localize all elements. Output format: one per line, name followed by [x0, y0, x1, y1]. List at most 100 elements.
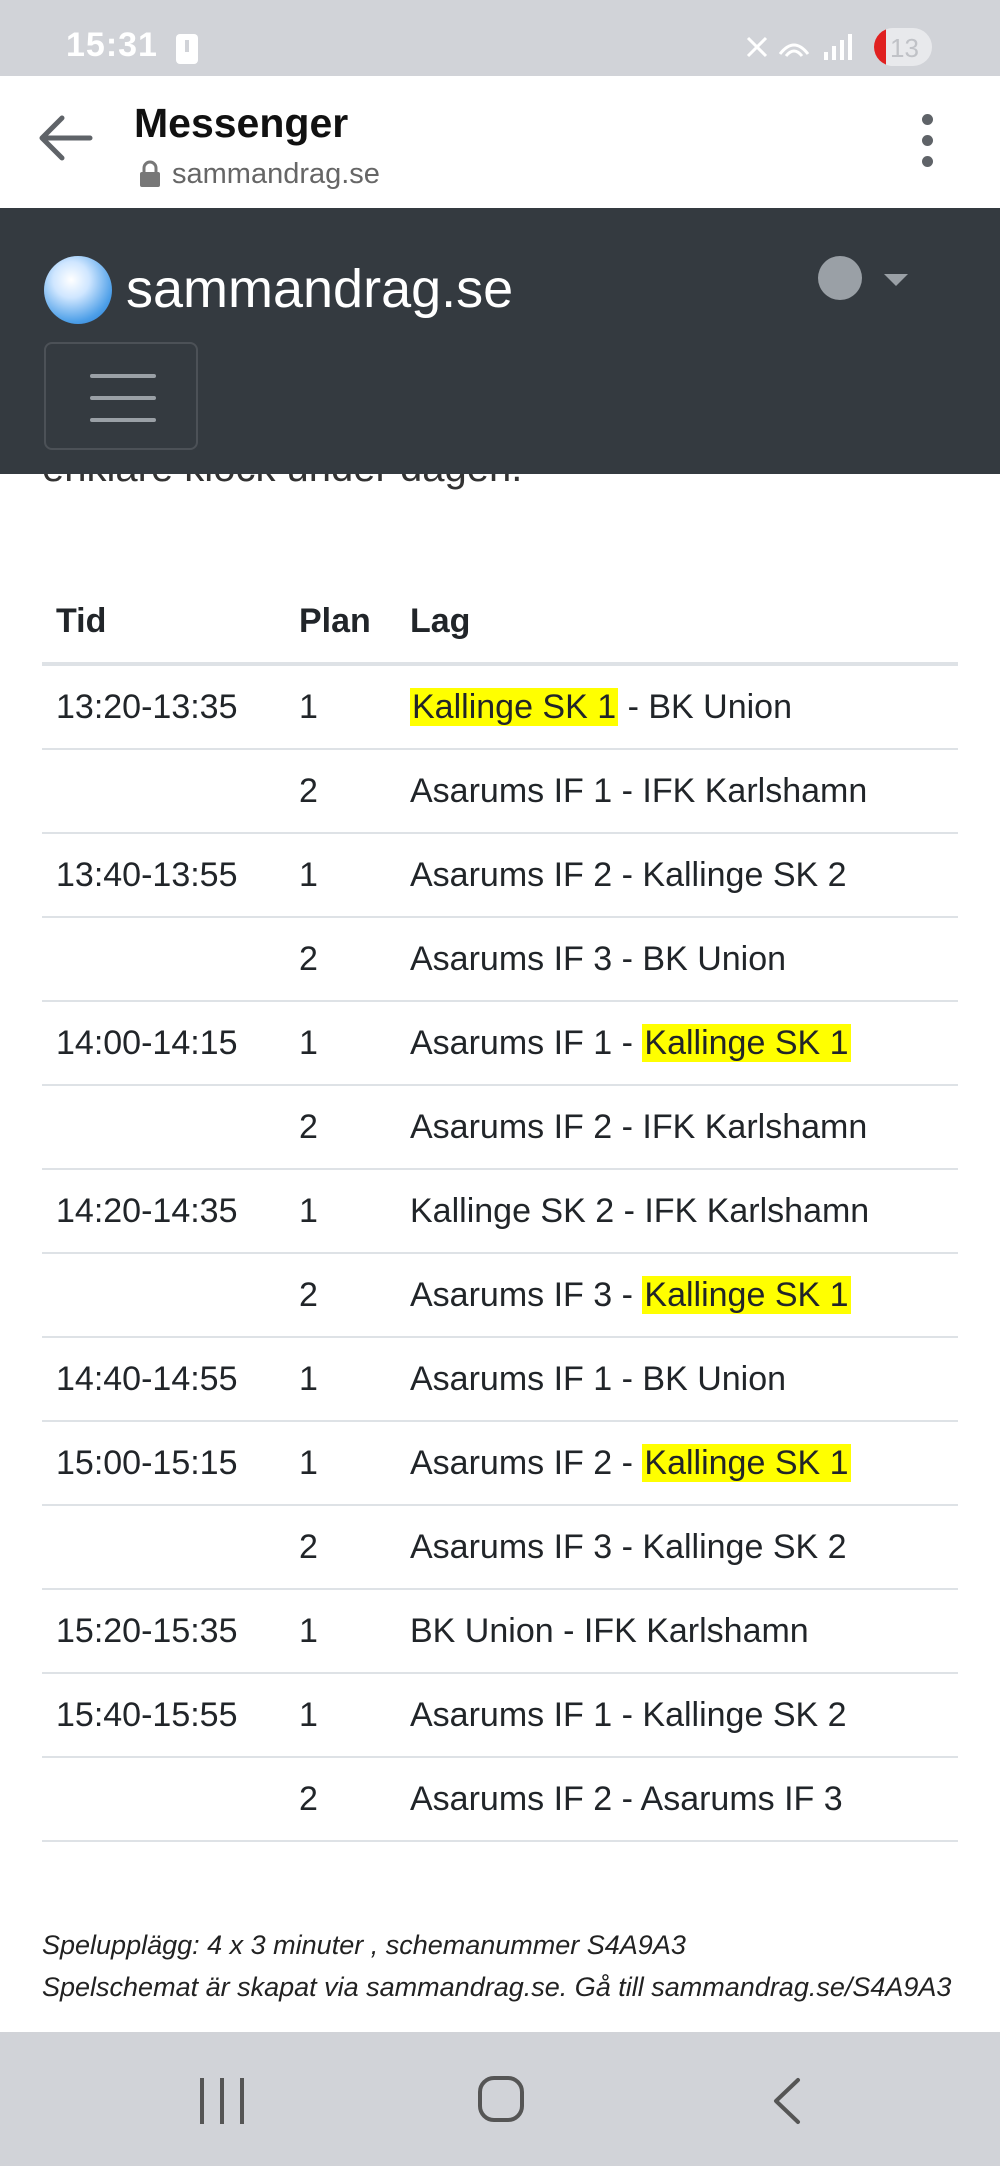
match-separator: -: [612, 1275, 643, 1314]
table-row: 14:20-14:35 1 Kallinge SK 2 - IFK Karlsham…: [42, 1169, 958, 1254]
table-row: 2 Asarums IF 3 - Kallinge SK 2: [42, 1505, 958, 1590]
team-away: IFK Karlshamn: [642, 1107, 868, 1146]
match-separator: -: [618, 687, 649, 726]
back-icon[interactable]: [764, 2076, 810, 2126]
schedule-table: Tid Plan Lag 13:20-13:35 1 Kallinge SK 1 -…: [42, 580, 958, 1842]
match-separator: -: [612, 1779, 641, 1818]
table-row: 15:20-15:35 1 BK Union - IFK Karlshamn: [42, 1589, 958, 1674]
table-row: 2 Asarums IF 1 - IFK Karlshamn: [42, 749, 958, 834]
system-nav-bar: [0, 2032, 1000, 2166]
cell-time: 15:40-15:55: [42, 1673, 285, 1758]
cell-plan: 2: [285, 917, 396, 1002]
team-home: Asarums IF 3: [410, 1275, 613, 1314]
cell-match: Asarums IF 1 - Kallinge SK 2: [396, 1673, 958, 1758]
alert-icon: [176, 34, 198, 64]
table-row: 14:00-14:15 1 Asarums IF 1 - Kallinge SK 1: [42, 1001, 958, 1086]
cell-match: Asarums IF 2 - IFK Karlshamn: [396, 1085, 958, 1170]
battery-icon: 13: [874, 28, 932, 66]
table-row: 13:40-13:55 1 Asarums IF 2 - Kallinge SK 2: [42, 833, 958, 918]
team-home: Asarums IF 3: [410, 939, 613, 978]
page-url[interactable]: sammandrag.se: [172, 158, 380, 191]
recent-apps-icon[interactable]: [200, 2078, 248, 2124]
header-team: Lag: [396, 580, 958, 666]
match-separator: -: [612, 1023, 643, 1062]
cell-plan: 2: [285, 1757, 396, 1842]
cell-match: Asarums IF 2 - Kallinge SK 2: [396, 833, 958, 918]
cell-time: [42, 917, 285, 1002]
cell-plan: 2: [285, 1085, 396, 1170]
cell-match: Kallinge SK 1 - BK Union: [396, 664, 958, 750]
intro-text: enklare klock under dagen.: [42, 474, 942, 504]
team-away: Asarums IF 3: [640, 1779, 843, 1818]
cell-match: Asarums IF 3 - Kallinge SK 1: [396, 1253, 958, 1338]
cell-time: [42, 1505, 285, 1590]
team-home: Asarums IF 1: [410, 1695, 613, 1734]
caret-down-icon: [884, 274, 908, 286]
cell-plan: 1: [285, 1169, 396, 1254]
language-selector[interactable]: [818, 256, 914, 304]
team-away: BK Union: [648, 687, 792, 726]
cell-match: Asarums IF 2 - Asarums IF 3: [396, 1757, 958, 1842]
app-bar: Messenger sammandrag.se: [0, 76, 1000, 208]
match-separator: -: [612, 1527, 643, 1566]
table-row: 14:40-14:55 1 Asarums IF 1 - BK Union: [42, 1337, 958, 1422]
team-home: Asarums IF 2: [410, 1443, 613, 1482]
cell-match: Asarums IF 1 - BK Union: [396, 1337, 958, 1422]
cell-match: Asarums IF 3 - Kallinge SK 2: [396, 1505, 958, 1590]
cell-time: 15:20-15:35: [42, 1589, 285, 1674]
match-separator: -: [612, 1443, 643, 1482]
back-arrow-icon[interactable]: [34, 106, 98, 170]
cell-match: Asarums IF 3 - BK Union: [396, 917, 958, 1002]
cell-time: [42, 1085, 285, 1170]
team-away: Kallinge SK 2: [642, 855, 847, 894]
cell-plan: 1: [285, 1421, 396, 1506]
team-away: IFK Karlshamn: [644, 1191, 870, 1230]
team-away: Kallinge SK 1: [642, 1275, 851, 1314]
match-separator: -: [612, 1359, 643, 1398]
team-home: Asarums IF 1: [410, 771, 613, 810]
footer-line-2: Spelschemat är skapat via sammandrag.se.…: [42, 1972, 952, 2002]
cell-time: [42, 1253, 285, 1338]
match-separator: -: [612, 1107, 643, 1146]
team-away: BK Union: [642, 939, 787, 978]
brand-name[interactable]: sammandrag.se: [126, 258, 513, 320]
team-away: IFK Karlshamn: [583, 1611, 809, 1650]
team-home: Asarums IF 1: [410, 1359, 613, 1398]
table-row: 15:40-15:55 1 Asarums IF 1 - Kallinge SK 2: [42, 1673, 958, 1758]
cell-match: Asarums IF 1 - IFK Karlshamn: [396, 749, 958, 834]
header-time: Tid: [42, 580, 285, 666]
table-header: Tid Plan Lag: [42, 580, 958, 666]
more-vert-icon[interactable]: [912, 114, 942, 174]
cell-plan: 2: [285, 1253, 396, 1338]
table-row: 2 Asarums IF 3 - Kallinge SK 1: [42, 1253, 958, 1338]
team-away: BK Union: [642, 1359, 787, 1398]
table-row: 2 Asarums IF 2 - IFK Karlshamn: [42, 1085, 958, 1170]
cell-plan: 1: [285, 1589, 396, 1674]
team-home: Asarums IF 2: [410, 855, 613, 894]
footer-line-1: Spelupplägg: 4 x 3 minuter , schemanumme…: [42, 1930, 686, 1960]
home-icon[interactable]: [478, 2076, 524, 2122]
table-row: 2 Asarums IF 2 - Asarums IF 3: [42, 1757, 958, 1842]
cell-time: 15:00-15:15: [42, 1421, 285, 1506]
team-away: Kallinge SK 2: [642, 1527, 847, 1566]
cell-match: Asarums IF 2 - Kallinge SK 1: [396, 1421, 958, 1506]
cell-time: 13:20-13:35: [42, 664, 285, 750]
clock: 15:31: [66, 26, 158, 64]
team-home: Kallinge SK 1: [410, 687, 619, 726]
match-separator: -: [612, 771, 643, 810]
cell-plan: 1: [285, 1673, 396, 1758]
logo-icon[interactable]: [44, 256, 112, 324]
cell-match: Kallinge SK 2 - IFK Karlshamn: [396, 1169, 958, 1254]
match-separator: -: [553, 1611, 584, 1650]
team-home: Asarums IF 2: [410, 1779, 613, 1818]
cell-plan: 1: [285, 1001, 396, 1086]
hamburger-icon[interactable]: [44, 342, 198, 450]
footer: Spelupplägg: 4 x 3 minuter , schemanumme…: [42, 1924, 951, 2008]
team-away: Kallinge SK 2: [642, 1695, 847, 1734]
team-home: Asarums IF 2: [410, 1107, 613, 1146]
cell-plan: 1: [285, 1337, 396, 1422]
team-away: Kallinge SK 1: [642, 1443, 851, 1482]
match-separator: -: [612, 855, 643, 894]
header-plan: Plan: [285, 580, 396, 666]
app-title: Messenger: [134, 100, 349, 146]
